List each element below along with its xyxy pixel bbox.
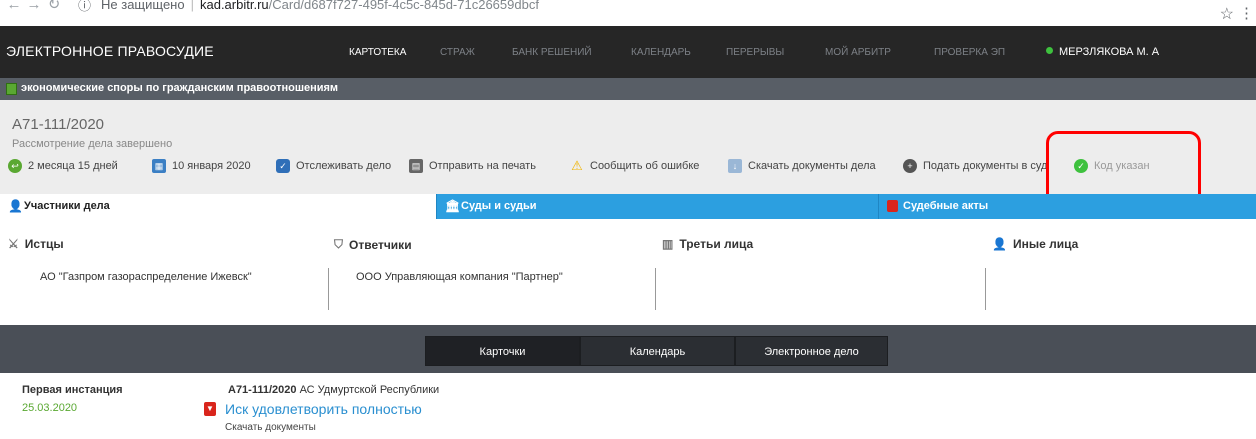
case-status: Рассмотрение дела завершено [12, 138, 173, 150]
instance-title: Первая инстанция [22, 384, 123, 396]
third-parties-heading: ▥ Третьи лица [662, 237, 754, 251]
divider [328, 268, 329, 310]
divider [985, 268, 986, 310]
info-icon[interactable]: ⓘ [78, 0, 91, 14]
download-icon: ↓ [728, 159, 742, 173]
nav-item-bank-resheniy[interactable]: БАНК РЕШЕНИЙ [512, 47, 592, 58]
instance-court: АС Удмуртской Республики [299, 384, 440, 396]
bookmark-star-icon[interactable]: ☆ [1220, 4, 1234, 24]
back-arrow-icon[interactable]: ← [4, 0, 24, 13]
pdf-icon[interactable]: ▼ [204, 402, 216, 416]
top-navigation: ЭЛЕКТРОННОЕ ПРАВОСУДИЕ КАРТОТЕКА СТРАЖ Б… [0, 26, 1256, 78]
browser-address-bar: ← → ↻ ⓘ Не защищено | kad.arbitr.ru /Car… [0, 0, 1256, 26]
download-case-docs-button[interactable]: ↓ Скачать документы дела [728, 159, 876, 173]
category-bar: экономические споры по гражданским право… [0, 78, 1256, 100]
warning-icon: ⚠ [571, 158, 583, 173]
submit-docs-button[interactable]: + Подать документы в суд [903, 159, 1047, 173]
track-case-button[interactable]: ✓ Отслеживать дело [276, 159, 391, 173]
browser-menu-icon[interactable]: ⋮ [1239, 4, 1254, 22]
plaintiffs-heading: ⚔ Истцы [8, 237, 64, 251]
url-host[interactable]: kad.arbitr.ru [200, 0, 269, 12]
instance-case-number: А71-111/2020 [228, 384, 297, 396]
online-status-dot [1046, 47, 1053, 54]
duration-info: ↩ 2 месяца 15 дней [8, 159, 118, 173]
tab-court-acts[interactable]: Судебные акты [878, 194, 1256, 219]
nav-item-proverka-ep[interactable]: ПРОВЕРКА ЭП [934, 47, 1005, 58]
user-name: МЕРЗЛЯКОВА М. А [1059, 46, 1160, 58]
report-error-button[interactable]: ⚠ Сообщить об ошибке [570, 159, 699, 173]
brand-logo-text[interactable]: ЭЛЕКТРОННОЕ ПРАВОСУДИЕ [6, 43, 214, 59]
view-ecase-button[interactable]: Электронное дело [735, 336, 888, 366]
nav-item-moy-arbitr[interactable]: МОЙ АРБИТР [825, 47, 891, 58]
calendar-icon: ▦ [152, 159, 166, 173]
instance-case: А71-111/2020 АС Удмуртской Республики [228, 384, 439, 396]
courthouse-icon: 🏛 [445, 199, 461, 213]
registration-date: ▦ 10 января 2020 [152, 159, 251, 173]
case-tabs: 👤 Участники дела 🏛 Суды и судьи Судебные… [0, 194, 1256, 219]
user-menu[interactable]: МЕРЗЛЯКОВА М. А [1046, 46, 1159, 58]
nav-item-kartoteka[interactable]: КАРТОТЕКА [349, 47, 406, 58]
shield-icon: ✓ [276, 159, 290, 173]
instance-date: 25.03.2020 [22, 402, 78, 414]
divider [655, 268, 656, 310]
reload-icon[interactable]: ↻ [44, 0, 64, 13]
tab-courts[interactable]: 🏛 Суды и судьи [436, 194, 878, 219]
nav-item-kalendar[interactable]: КАЛЕНДАРЬ [631, 47, 691, 58]
print-button[interactable]: ▤ Отправить на печать [409, 159, 536, 173]
other-parties-heading: 👤 Иные лица [992, 237, 1079, 251]
case-number: А71-111/2020 [12, 116, 105, 133]
nav-item-pereryvy[interactable]: ПЕРЕРЫВЫ [726, 47, 784, 58]
view-calendar-button[interactable]: Календарь [580, 336, 735, 366]
forward-arrow-icon[interactable]: → [24, 0, 44, 13]
download-documents-link[interactable]: Скачать документы [225, 422, 316, 433]
pdf-icon [887, 200, 898, 212]
view-cards-button[interactable]: Карточки [425, 336, 580, 366]
person-icon: 👤 [992, 237, 1007, 251]
security-label: Не защищено [101, 0, 185, 12]
decision-link[interactable]: Иск удовлетворить полностью [225, 401, 422, 417]
clock-back-icon: ↩ [8, 159, 22, 173]
user-icon: 👤 [8, 199, 23, 213]
group-icon: ▥ [662, 237, 674, 251]
swords-icon: ⚔ [8, 237, 19, 251]
defendants-heading: ⛉ Ответчики [334, 237, 412, 252]
defendant-name[interactable]: ООО Управляющая компания "Партнер" [356, 271, 563, 283]
tab-participants[interactable]: 👤 Участники дела [0, 194, 436, 219]
case-category: экономические споры по гражданским право… [21, 82, 339, 94]
category-icon [6, 83, 17, 95]
plus-circle-icon: + [903, 159, 917, 173]
shield-icon: ⛉ [334, 237, 344, 251]
printer-icon: ▤ [409, 159, 423, 173]
url-path[interactable]: /Card/d687f727-495f-4c5c-845d-71c26659db… [269, 0, 539, 12]
nav-item-strazh[interactable]: СТРАЖ [440, 47, 475, 58]
plaintiff-name[interactable]: АО "Газпром газораспределение Ижевск" [40, 271, 252, 283]
